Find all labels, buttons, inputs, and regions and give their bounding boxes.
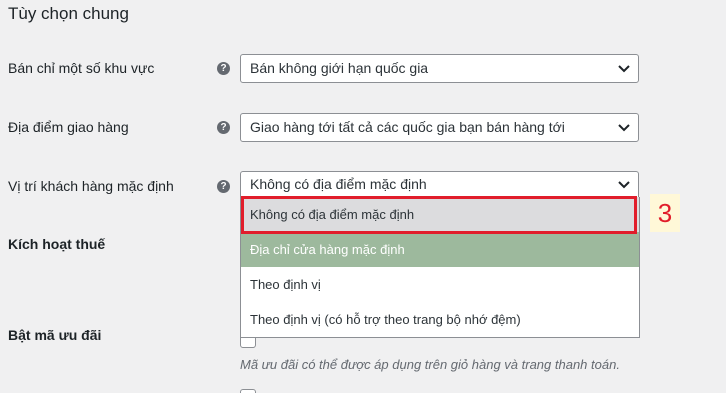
row-label-default-customer-location: Vị trí khách hàng mặc định bbox=[8, 178, 174, 194]
ship-locations-value: Giao hàng tới tất cả các quốc gia bạn bá… bbox=[250, 119, 565, 135]
coupon-description: Mã ưu đãi có thể được áp dụng trên giỏ h… bbox=[240, 357, 620, 372]
row-label-enable-taxes: Kích hoạt thuế bbox=[8, 236, 106, 252]
chevron-down-icon bbox=[618, 65, 630, 73]
default-customer-location-select[interactable]: Không có địa điểm mặc định bbox=[240, 171, 639, 198]
dropdown-option[interactable]: Theo định vị (có hỗ trợ theo trang bộ nh… bbox=[241, 302, 639, 337]
chevron-down-icon bbox=[618, 181, 630, 189]
chevron-down-icon bbox=[618, 124, 630, 132]
help-icon[interactable]: ? bbox=[217, 62, 230, 75]
row-label-ship-locations: Địa điểm giao hàng bbox=[8, 119, 129, 135]
row-label-sell-locations: Bán chỉ một số khu vực bbox=[8, 60, 155, 76]
location-dropdown-list: Không có địa điểm mặc định Địa chỉ cửa h… bbox=[240, 197, 640, 338]
section-title: Tùy chọn chung bbox=[8, 4, 129, 23]
row-label-enable-coupons: Bật mã ưu đãi bbox=[8, 327, 102, 343]
dropdown-option[interactable]: Không có địa điểm mặc định bbox=[241, 197, 639, 232]
annotation-step-number: 3 bbox=[650, 194, 680, 232]
ship-locations-select[interactable]: Giao hàng tới tất cả các quốc gia bạn bá… bbox=[240, 113, 639, 142]
sell-locations-select[interactable]: Bán không giới hạn quốc gia bbox=[240, 54, 639, 83]
help-icon[interactable]: ? bbox=[217, 121, 230, 134]
default-customer-location-value: Không có địa điểm mặc định bbox=[250, 176, 427, 192]
dropdown-option-selected[interactable]: Địa chỉ cửa hàng mặc định bbox=[241, 232, 639, 267]
dropdown-option[interactable]: Theo định vị bbox=[241, 267, 639, 302]
sell-locations-value: Bán không giới hạn quốc gia bbox=[250, 60, 429, 76]
help-icon[interactable]: ? bbox=[217, 180, 230, 193]
checkbox[interactable] bbox=[240, 389, 256, 393]
